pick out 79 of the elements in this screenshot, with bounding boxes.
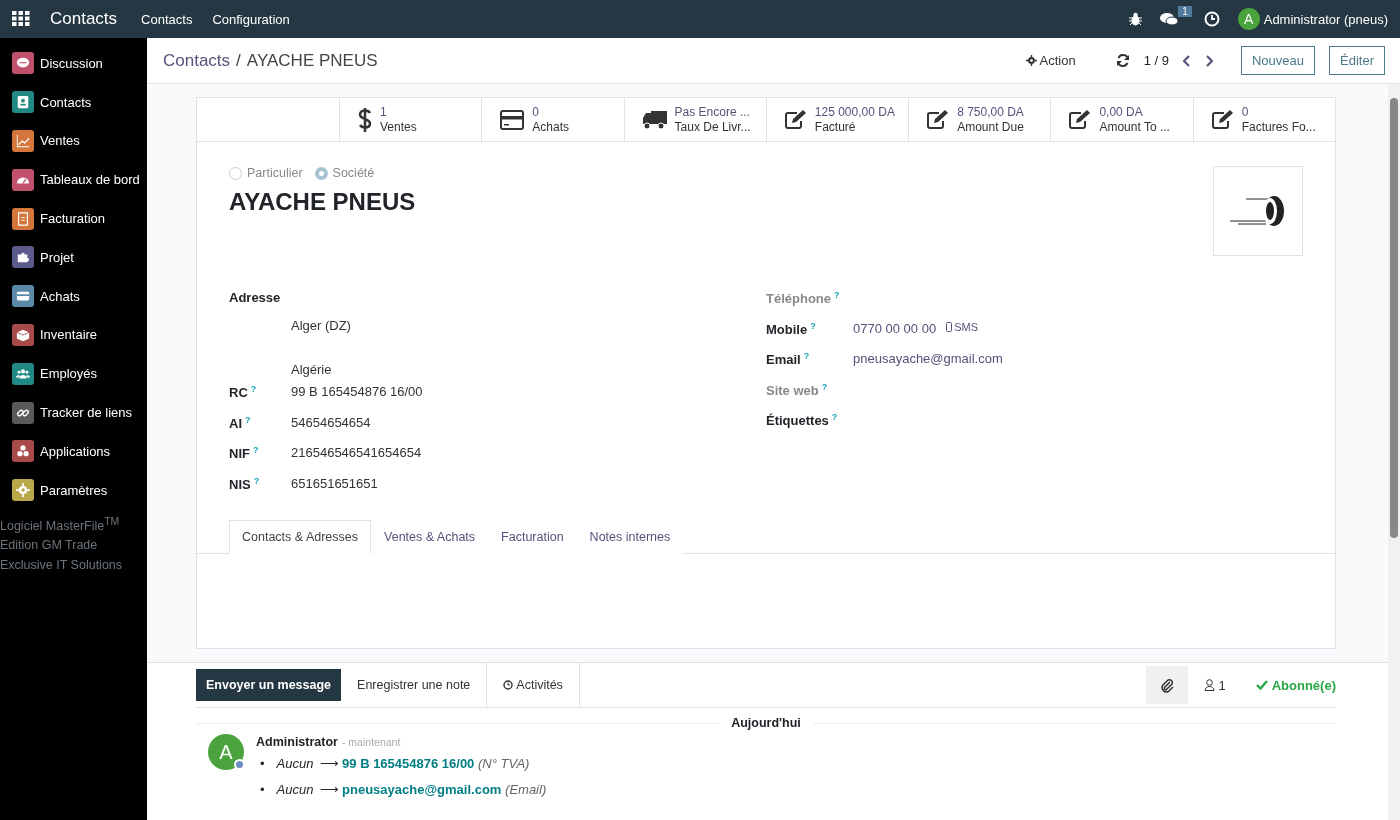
truck-icon: [642, 109, 667, 130]
followers-button[interactable]: 1: [1204, 677, 1226, 693]
field-label: Email $^{?}$: [766, 351, 811, 368]
person-icon: [1204, 679, 1216, 691]
sidebar-item[interactable]: Paramètres: [0, 470, 147, 510]
field-value: 651651651651: [291, 475, 378, 491]
bug-icon[interactable]: [1128, 12, 1142, 26]
refresh-icon[interactable]: [1115, 54, 1130, 67]
apps-grid-icon[interactable]: [12, 11, 30, 27]
address-line: Algérie: [291, 362, 333, 379]
dollar-icon: [358, 106, 372, 133]
field-label: AI $^{?}$: [229, 414, 252, 431]
menu-item[interactable]: Contacts: [141, 11, 193, 27]
chat-icon[interactable]: [1159, 12, 1178, 26]
chatter-button[interactable]: Envoyer un message: [196, 669, 342, 701]
field-value: 99 B 165454876 16/00: [291, 384, 423, 399]
sidebar-item[interactable]: Projet: [0, 238, 147, 277]
field-label: NIS $^{?}$: [229, 475, 261, 492]
sidebar-item[interactable]: Facturation: [0, 199, 147, 238]
sidebar-item[interactable]: Applications: [0, 431, 147, 471]
date-separator: Aujourd'hui: [731, 716, 801, 730]
breadcrumb-separator: /: [236, 50, 241, 71]
breadcrumb-link[interactable]: Contacts: [163, 50, 231, 71]
edit-icon: [1211, 109, 1234, 130]
notebook-tab[interactable]: Contacts & Adresses: [229, 520, 372, 554]
field-value: 216546546541654654: [291, 445, 422, 460]
menu-item[interactable]: Configuration: [212, 11, 290, 27]
tracking-change: • Aucun ⟶ 99 B 165454876 16/00 (N° TVA): [260, 755, 531, 773]
user-name[interactable]: Administrator (pneus): [1263, 11, 1388, 27]
check-icon: [1255, 680, 1268, 690]
sidebar-item[interactable]: Contacts: [0, 82, 147, 122]
company-type-radio[interactable]: Société: [314, 166, 375, 180]
author-name: Administrator: [256, 735, 338, 749]
field-label: NIF $^{?}$: [229, 445, 260, 462]
company-type-radio[interactable]: Particulier: [229, 166, 303, 180]
edit-icon: [927, 109, 950, 130]
new-button[interactable]: Nouveau: [1241, 46, 1316, 75]
footer-text: Logiciel MasterFile$^{TM}$: [0, 514, 121, 535]
breadcrumb-current: AYACHE PNEUS: [246, 50, 378, 71]
tracking-change: • Aucun ⟶ pneusayache@gmail.com (Email): [260, 781, 547, 799]
edit-icon: [784, 109, 807, 130]
message-time: - maintenant: [341, 736, 401, 748]
sidebar-item[interactable]: Ventes: [0, 121, 147, 161]
field-value[interactable]: pneusayache@gmail.com: [853, 351, 1003, 366]
field-label: RC $^{?}$: [229, 384, 258, 401]
field-label: Téléphone $^{?}$: [766, 290, 841, 307]
sidebar-item[interactable]: Inventaire: [0, 315, 147, 355]
edit-button[interactable]: Éditer: [1329, 46, 1385, 75]
scrollbar[interactable]: [1388, 84, 1400, 820]
author-avatar: A: [208, 734, 244, 770]
app-name: Contacts: [50, 9, 118, 29]
edit-icon: [1069, 109, 1092, 130]
sidebar-item[interactable]: Tableaux de bord: [0, 160, 147, 200]
field-label: Adresse: [229, 290, 282, 305]
sidebar-item[interactable]: Employés: [0, 354, 147, 394]
sidebar-item[interactable]: Discussion: [0, 44, 147, 83]
pager: 1 / 9: [1143, 53, 1169, 68]
field-label: Mobile $^{?}$: [766, 320, 817, 337]
field-value[interactable]: 0770 00 00 00: [853, 320, 937, 336]
action-button[interactable]: Action: [1025, 53, 1076, 68]
sidebar-item[interactable]: Tracker de liens: [0, 393, 147, 432]
next-icon[interactable]: [1205, 54, 1213, 67]
attachment-button[interactable]: [1146, 666, 1189, 704]
address-line: Alger (DZ): [291, 318, 351, 335]
field-value: 54654654654: [291, 414, 371, 430]
sidebar-item[interactable]: Achats: [0, 276, 147, 316]
credit-card-icon: [500, 109, 525, 130]
footer-text: Edition GM Trade: [0, 537, 99, 555]
phone-icon: [946, 321, 953, 332]
field-label: Étiquettes $^{?}$: [766, 412, 839, 429]
field-label: Site web $^{?}$: [766, 381, 829, 398]
clock-icon[interactable]: [1203, 11, 1220, 27]
company-name: AYACHE PNEUS: [229, 188, 416, 216]
paperclip-icon: [1160, 677, 1175, 693]
footer-text: Exclusive IT Solutions: [0, 556, 124, 574]
message-count: 1: [1178, 6, 1192, 17]
previous-icon[interactable]: [1183, 54, 1191, 67]
clock-icon: [503, 680, 514, 690]
sms-link[interactable]: SMS: [946, 320, 978, 333]
